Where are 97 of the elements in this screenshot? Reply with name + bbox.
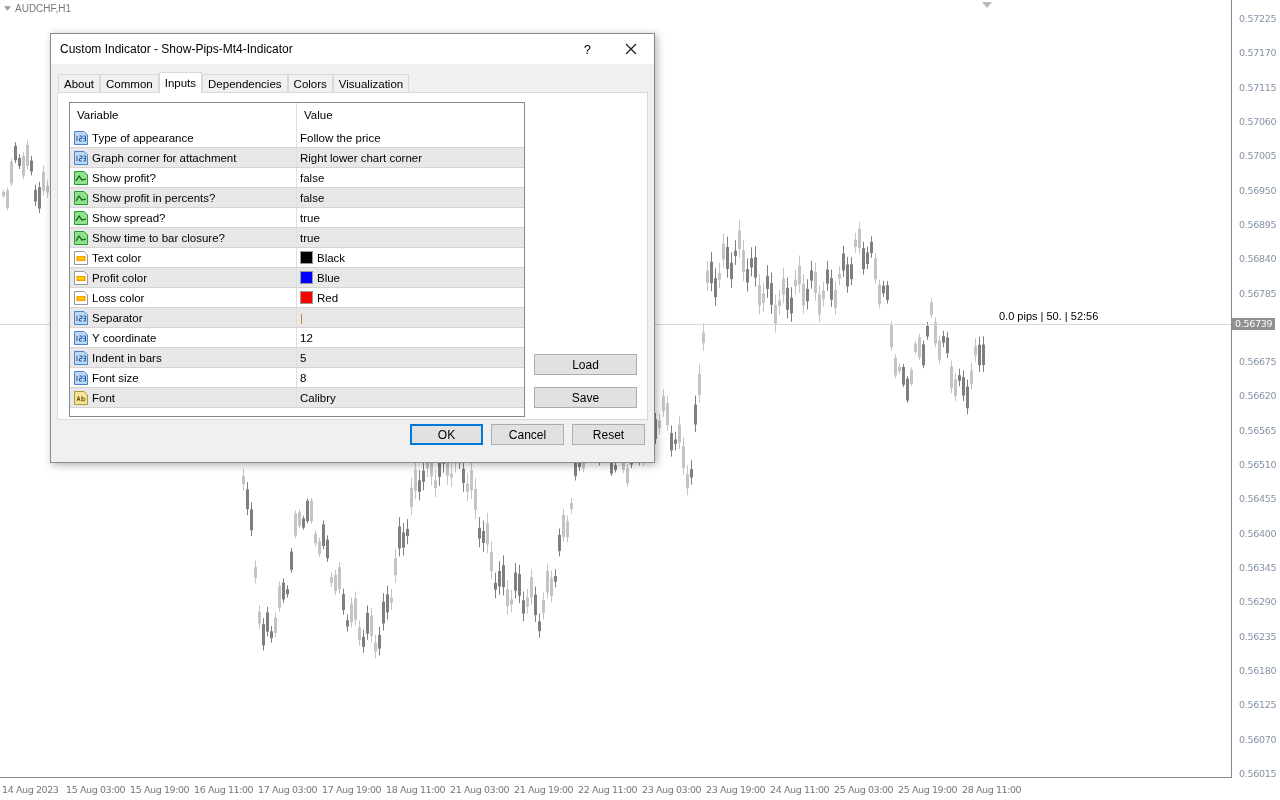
- dialog-button[interactable]: Reset: [572, 424, 645, 445]
- price-label: 0.56455: [1238, 493, 1278, 506]
- price-label: 0.57115: [1238, 81, 1278, 94]
- variable-value[interactable]: false: [300, 171, 325, 184]
- chart-doc-icon: [73, 229, 89, 246]
- symbol-label: AUDCHF,H1: [15, 3, 72, 14]
- variable-value[interactable]: Red: [317, 291, 339, 304]
- variable-name: Graph corner for attachment: [92, 151, 237, 164]
- variable-name: Show profit in percents?: [92, 191, 216, 204]
- tab[interactable]: Visualization: [332, 74, 410, 92]
- tab[interactable]: Colors: [287, 74, 333, 92]
- number-doc-icon: [73, 149, 89, 166]
- variable-value[interactable]: Follow the price: [300, 131, 381, 144]
- variable-name: Font size: [92, 371, 139, 384]
- chart-doc-icon: [73, 209, 89, 226]
- dialog-button[interactable]: OK: [410, 424, 483, 445]
- shift-marker-icon[interactable]: [982, 2, 992, 8]
- time-label: 23 Aug 03:00: [642, 783, 703, 795]
- variable-name: Show spread?: [92, 211, 166, 224]
- price-label: 0.57005: [1238, 150, 1278, 163]
- price-label: 0.56620: [1238, 390, 1278, 403]
- chart-doc-icon: [73, 189, 89, 206]
- time-label: 17 Aug 03:00: [258, 783, 319, 795]
- price-label: 0.56840: [1238, 253, 1278, 266]
- time-label: 28 Aug 11:00: [962, 783, 1023, 795]
- dialog-button[interactable]: Cancel: [491, 424, 564, 445]
- price-label: 0.56565: [1238, 424, 1278, 437]
- color-doc-icon: [73, 269, 89, 286]
- side-button[interactable]: Load: [534, 354, 637, 375]
- time-label: 24 Aug 11:00: [770, 783, 831, 795]
- price-label: 0.56675: [1238, 356, 1278, 369]
- variable-name: Text color: [92, 251, 142, 264]
- variable-value[interactable]: Black: [317, 251, 346, 264]
- tab[interactable]: Common: [100, 74, 159, 92]
- time-label: 23 Aug 19:00: [706, 783, 767, 795]
- dropdown-arrow-icon[interactable]: [4, 6, 11, 11]
- time-label: 18 Aug 11:00: [386, 783, 447, 795]
- price-label: 0.56510: [1238, 459, 1278, 472]
- time-label: 22 Aug 11:00: [578, 783, 639, 795]
- tab[interactable]: Dependencies: [202, 74, 288, 92]
- time-label: 25 Aug 03:00: [834, 783, 895, 795]
- time-label: 16 Aug 11:00: [194, 783, 255, 795]
- price-label: 0.56015: [1238, 767, 1278, 780]
- price-label: 0.57170: [1238, 47, 1278, 60]
- time-label: 25 Aug 19:00: [898, 783, 959, 795]
- side-button[interactable]: Save: [534, 387, 637, 408]
- variable-value[interactable]: Blue: [317, 271, 341, 284]
- variable-name: Y coordinate: [92, 331, 157, 344]
- variable-value[interactable]: 5: [300, 351, 307, 364]
- number-doc-icon: [73, 129, 89, 146]
- price-label: 0.57225: [1238, 13, 1278, 25]
- time-label: 21 Aug 03:00: [450, 783, 511, 795]
- variable-name: Separator: [92, 311, 143, 324]
- price-label: 0.56950: [1238, 184, 1278, 197]
- variable-value[interactable]: 12: [300, 331, 313, 344]
- current-price-tag: 0.56739: [1232, 317, 1276, 330]
- window-title: Custom Indicator - Show-Pips-Mt4-Indicator: [60, 42, 294, 56]
- price-label: 0.56895: [1238, 218, 1278, 231]
- price-label: 0.56785: [1238, 287, 1278, 300]
- price-label: 0.57060: [1238, 115, 1278, 128]
- price-label: 0.56345: [1238, 562, 1278, 574]
- variable-name: Loss color: [92, 291, 145, 304]
- variable-name: Show time to bar closure?: [92, 231, 225, 244]
- column-header[interactable]: Value: [297, 103, 524, 128]
- variable-name: Font: [92, 391, 115, 404]
- time-label: 17 Aug 19:00: [322, 783, 383, 795]
- price-label: 0.56125: [1238, 699, 1278, 712]
- price-label: 0.56290: [1238, 596, 1278, 609]
- price-label: 0.56400: [1238, 527, 1278, 540]
- variable-value[interactable]: true: [300, 231, 320, 244]
- price-label: 0.56235: [1238, 630, 1278, 643]
- pips-text: 0.0 pips | 50. | 52:56: [999, 310, 1099, 322]
- variable-name: Show profit?: [92, 171, 156, 184]
- price-label: 0.56070: [1238, 733, 1278, 746]
- number-doc-icon: [73, 309, 89, 326]
- time-label: 21 Aug 19:00: [514, 783, 575, 795]
- variable-value[interactable]: 8: [300, 371, 307, 384]
- number-doc-icon: [73, 329, 89, 346]
- number-doc-icon: [73, 369, 89, 386]
- close-icon[interactable]: [625, 43, 637, 55]
- number-doc-icon: [73, 349, 89, 366]
- price-label: 0.56180: [1238, 664, 1278, 677]
- tab[interactable]: Inputs: [158, 72, 203, 93]
- variable-name: Type of appearance: [92, 131, 194, 144]
- variable-value[interactable]: Calibry: [300, 391, 336, 404]
- variable-value[interactable]: Right lower chart corner: [300, 151, 423, 164]
- variable-value[interactable]: true: [300, 211, 320, 224]
- time-label: 15 Aug 03:00: [66, 783, 127, 795]
- variable-name: Profit color: [92, 271, 147, 284]
- variable-name: Indent in bars: [92, 351, 162, 364]
- tab[interactable]: About: [58, 74, 101, 92]
- variable-value[interactable]: false: [300, 191, 325, 204]
- chart-doc-icon: [73, 169, 89, 186]
- time-label: 14 Aug 2023: [2, 783, 60, 795]
- help-button[interactable]: ?: [583, 41, 591, 57]
- time-label: 15 Aug 19:00: [130, 783, 191, 795]
- text-doc-icon: [73, 389, 89, 406]
